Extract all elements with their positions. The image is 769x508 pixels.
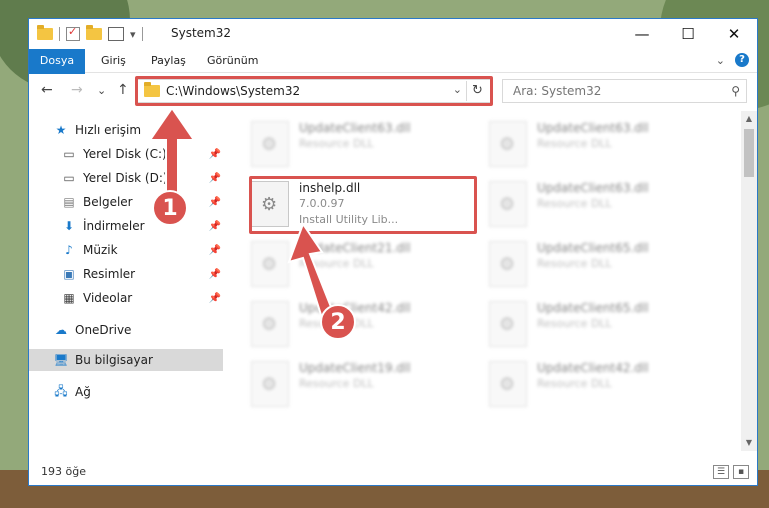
drive-icon: ▭ — [63, 171, 75, 185]
search-input[interactable] — [513, 84, 713, 98]
dll-file-icon — [489, 241, 527, 287]
network-icon: 🖧 — [54, 383, 68, 398]
dll-file-icon — [489, 301, 527, 347]
dll-file-icon — [251, 361, 289, 407]
title-bar: ▾ System32 — ☐ ✕ — [29, 19, 757, 49]
computer-icon: 🖥 — [53, 353, 69, 367]
step-badge-2: 2 — [320, 304, 356, 340]
tab-share[interactable]: Paylaş — [151, 49, 186, 73]
address-bar[interactable]: C:\Windows\System32 ⌄ ↻ — [137, 79, 491, 103]
address-path[interactable]: C:\Windows\System32 — [166, 84, 300, 98]
music-icon: ♪ — [65, 243, 73, 257]
star-icon: ★ — [55, 123, 67, 137]
sidebar-item-this-pc[interactable]: 🖥 Bu bilgisayar — [29, 349, 223, 371]
close-button[interactable]: ✕ — [711, 19, 757, 49]
address-row: ← → ⌄ ↑ C:\Windows\System32 ⌄ ↻ ⚲ — [29, 74, 757, 108]
pin-icon[interactable]: 📌 — [209, 197, 221, 208]
minimize-button[interactable]: — — [619, 19, 665, 49]
back-arrow-icon[interactable]: ← — [41, 82, 53, 98]
pin-icon[interactable]: 📌 — [209, 149, 221, 160]
scroll-down-icon[interactable]: ▼ — [741, 435, 757, 451]
details-view-icon[interactable]: ☰ — [713, 465, 729, 479]
window-title: System32 — [171, 26, 232, 40]
expand-ribbon-icon[interactable]: ⌄ — [716, 54, 725, 67]
dll-file-icon — [489, 121, 527, 167]
quick-access-toolbar: ▾ — [37, 25, 143, 43]
maximize-button[interactable]: ☐ — [665, 19, 711, 49]
large-icons-view-icon[interactable]: ▪ — [733, 465, 749, 479]
scroll-up-icon[interactable]: ▲ — [741, 111, 757, 127]
step-badge-1: 1 — [152, 190, 188, 226]
sidebar-item-disk-c[interactable]: ▭ Yerel Disk (C:) 📌 — [29, 143, 225, 165]
sidebar-item-quick-access[interactable]: ★ Hızlı erişim — [29, 119, 225, 141]
customize-toolbar-icon[interactable]: ▾ — [130, 28, 136, 41]
dll-file-icon — [251, 301, 289, 347]
new-folder-icon[interactable] — [86, 25, 102, 40]
sidebar-item-documents[interactable]: ▤ Belgeler 📌 — [29, 191, 225, 213]
forward-arrow-icon[interactable]: → — [71, 82, 83, 98]
up-arrow-icon[interactable]: ↑ — [117, 82, 129, 98]
search-box[interactable]: ⚲ — [502, 79, 747, 103]
dll-file-icon — [489, 361, 527, 407]
refresh-icon[interactable]: ↻ — [466, 81, 488, 101]
file-item[interactable]: UpdateClient63.dll Resource DLL — [251, 117, 481, 173]
dll-file-icon — [251, 121, 289, 167]
scrollbar-thumb[interactable] — [744, 129, 754, 177]
file-item[interactable]: UpdateClient63.dll Resource DLL — [489, 177, 719, 233]
dll-file-icon — [489, 181, 527, 227]
folder-icon — [37, 25, 53, 40]
file-item-inshelp[interactable]: inshelp.dll 7.0.0.97 Install Utility Lib… — [251, 177, 481, 233]
file-item[interactable]: UpdateClient65.dll Resource DLL — [489, 237, 719, 293]
download-icon: ⬇ — [63, 219, 75, 233]
file-item[interactable]: UpdateClient65.dll Resource DLL — [489, 297, 719, 353]
file-item[interactable]: UpdateClient63.dll Resource DLL — [489, 117, 719, 173]
dll-file-icon — [251, 181, 289, 227]
sidebar-item-disk-d[interactable]: ▭ Yerel Disk (D:) 📌 — [29, 167, 225, 189]
sidebar-item-pictures[interactable]: ▣ Resimler 📌 — [29, 263, 225, 285]
documents-icon: ▤ — [63, 195, 75, 209]
folder-icon — [144, 82, 160, 97]
pictures-icon: ▣ — [63, 267, 75, 281]
sidebar-item-videos[interactable]: ▦ Videolar 📌 — [29, 287, 225, 309]
file-item[interactable]: UpdateClient19.dll Resource DLL — [251, 357, 481, 413]
recent-locations-icon[interactable]: ⌄ — [97, 84, 106, 97]
pin-icon[interactable]: 📌 — [209, 245, 221, 256]
tab-home[interactable]: Giriş — [101, 49, 126, 73]
file-item[interactable]: UpdateClient21.dll Resource DLL — [251, 237, 481, 293]
ribbon: Dosya Giriş Paylaş Görünüm ⌄ ? — [29, 49, 757, 105]
status-bar: 193 öğe ☰ ▪ — [29, 461, 757, 485]
address-dropdown-icon[interactable]: ⌄ — [453, 83, 462, 96]
sidebar-item-network[interactable]: 🖧 Ağ — [29, 381, 225, 403]
dll-file-icon — [251, 241, 289, 287]
drive-icon: ▭ — [63, 147, 75, 161]
file-item[interactable]: UpdateClient42.dll Resource DLL — [251, 297, 481, 353]
sidebar-item-music[interactable]: ♪ Müzik 📌 — [29, 239, 225, 261]
item-count: 193 öğe — [41, 465, 86, 478]
file-item[interactable]: UpdateClient42.dll Resource DLL — [489, 357, 719, 413]
sidebar-item-downloads[interactable]: ⬇ İndirmeler 📌 — [29, 215, 225, 237]
navigation-pane: ★ Hızlı erişim ▭ Yerel Disk (C:) 📌 ▭ Yer… — [29, 111, 225, 451]
video-icon: ▦ — [63, 291, 75, 305]
pin-icon[interactable]: 📌 — [209, 173, 221, 184]
pin-icon[interactable]: 📌 — [209, 221, 221, 232]
pin-icon[interactable]: 📌 — [209, 269, 221, 280]
view-options-icon[interactable] — [108, 27, 124, 41]
pin-icon[interactable]: 📌 — [209, 293, 221, 304]
tab-view[interactable]: Görünüm — [207, 49, 258, 73]
vertical-scrollbar[interactable]: ▲ ▼ — [741, 111, 757, 451]
sidebar-item-onedrive[interactable]: ☁ OneDrive — [29, 319, 225, 341]
properties-icon[interactable] — [66, 25, 80, 41]
file-list: UpdateClient63.dll Resource DLL UpdateCl… — [227, 111, 742, 451]
search-icon[interactable]: ⚲ — [731, 84, 740, 98]
cloud-icon: ☁ — [55, 323, 67, 337]
explorer-window: ▾ System32 — ☐ ✕ Dosya Giriş Paylaş Görü… — [28, 18, 758, 486]
help-icon[interactable]: ? — [735, 53, 749, 67]
